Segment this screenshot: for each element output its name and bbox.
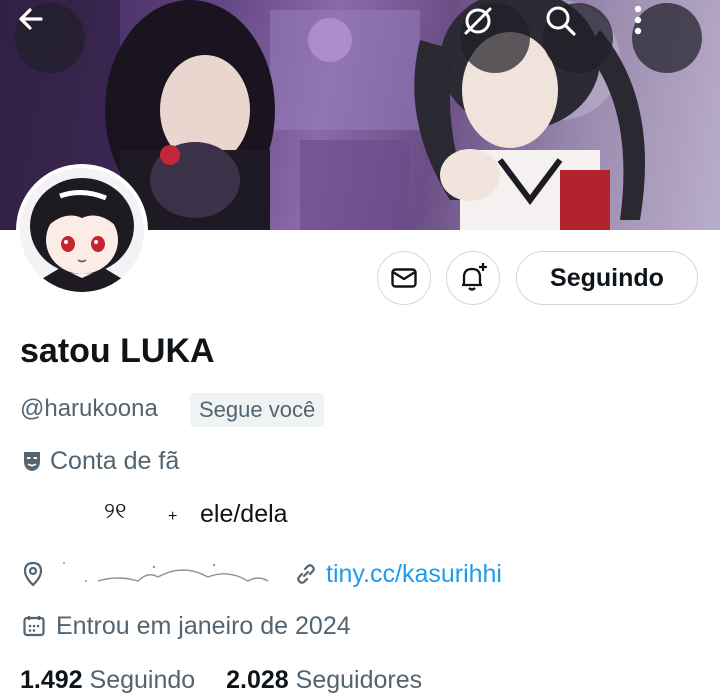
joined-date: Entrou em janeiro de 2024 xyxy=(56,611,351,640)
following-link[interactable]: 1.492 Seguindo xyxy=(20,666,202,694)
following-count: 1.492 xyxy=(20,666,83,694)
message-button[interactable] xyxy=(377,251,431,305)
profile-avatar[interactable] xyxy=(16,164,148,296)
grok-button[interactable] xyxy=(460,3,530,73)
link-icon xyxy=(297,564,315,584)
location-decoration xyxy=(63,562,269,582)
followers-count: 2.028 xyxy=(226,666,289,694)
calendar-icon xyxy=(23,616,45,637)
follows-you-badge: Segue você xyxy=(190,393,325,427)
avatar-image xyxy=(20,168,144,292)
envelope-icon xyxy=(391,268,417,288)
search-button[interactable] xyxy=(543,3,613,73)
followers-link[interactable]: 2.028 Seguidores xyxy=(226,666,422,694)
grok-icon xyxy=(464,7,492,35)
location-row xyxy=(22,558,278,590)
bio-plus: + xyxy=(168,508,178,525)
followers-label: Seguidores xyxy=(295,666,423,694)
more-button[interactable] xyxy=(632,3,702,73)
bell-plus-icon xyxy=(462,263,487,291)
more-vertical-icon xyxy=(634,5,642,35)
location-pin-icon xyxy=(23,561,43,587)
theater-masks-icon xyxy=(24,452,40,471)
website-link[interactable]: tiny.cc/kasurihhi xyxy=(326,560,502,589)
search-icon xyxy=(546,6,576,36)
bio-symbols: ୨୧ xyxy=(104,498,127,523)
professional-category[interactable]: Conta de fã xyxy=(22,446,179,476)
follow-stats: 1.492 Seguindo 2.028 Seguidores xyxy=(20,666,422,695)
back-button[interactable] xyxy=(15,3,85,73)
display-name: satou LUKA xyxy=(20,332,215,370)
following-label: Seguindo xyxy=(89,666,196,694)
user-handle: @harukoona xyxy=(20,395,158,422)
notify-button[interactable] xyxy=(446,251,500,305)
category-label: Conta de fã xyxy=(50,446,180,475)
joined-row: Entrou em janeiro de 2024 xyxy=(22,610,351,642)
arrow-left-icon xyxy=(19,8,43,30)
website-row[interactable]: tiny.cc/kasurihhi xyxy=(294,558,502,590)
bio-pronouns: ele/dela xyxy=(200,500,288,528)
following-button[interactable]: Seguindo xyxy=(516,251,698,305)
